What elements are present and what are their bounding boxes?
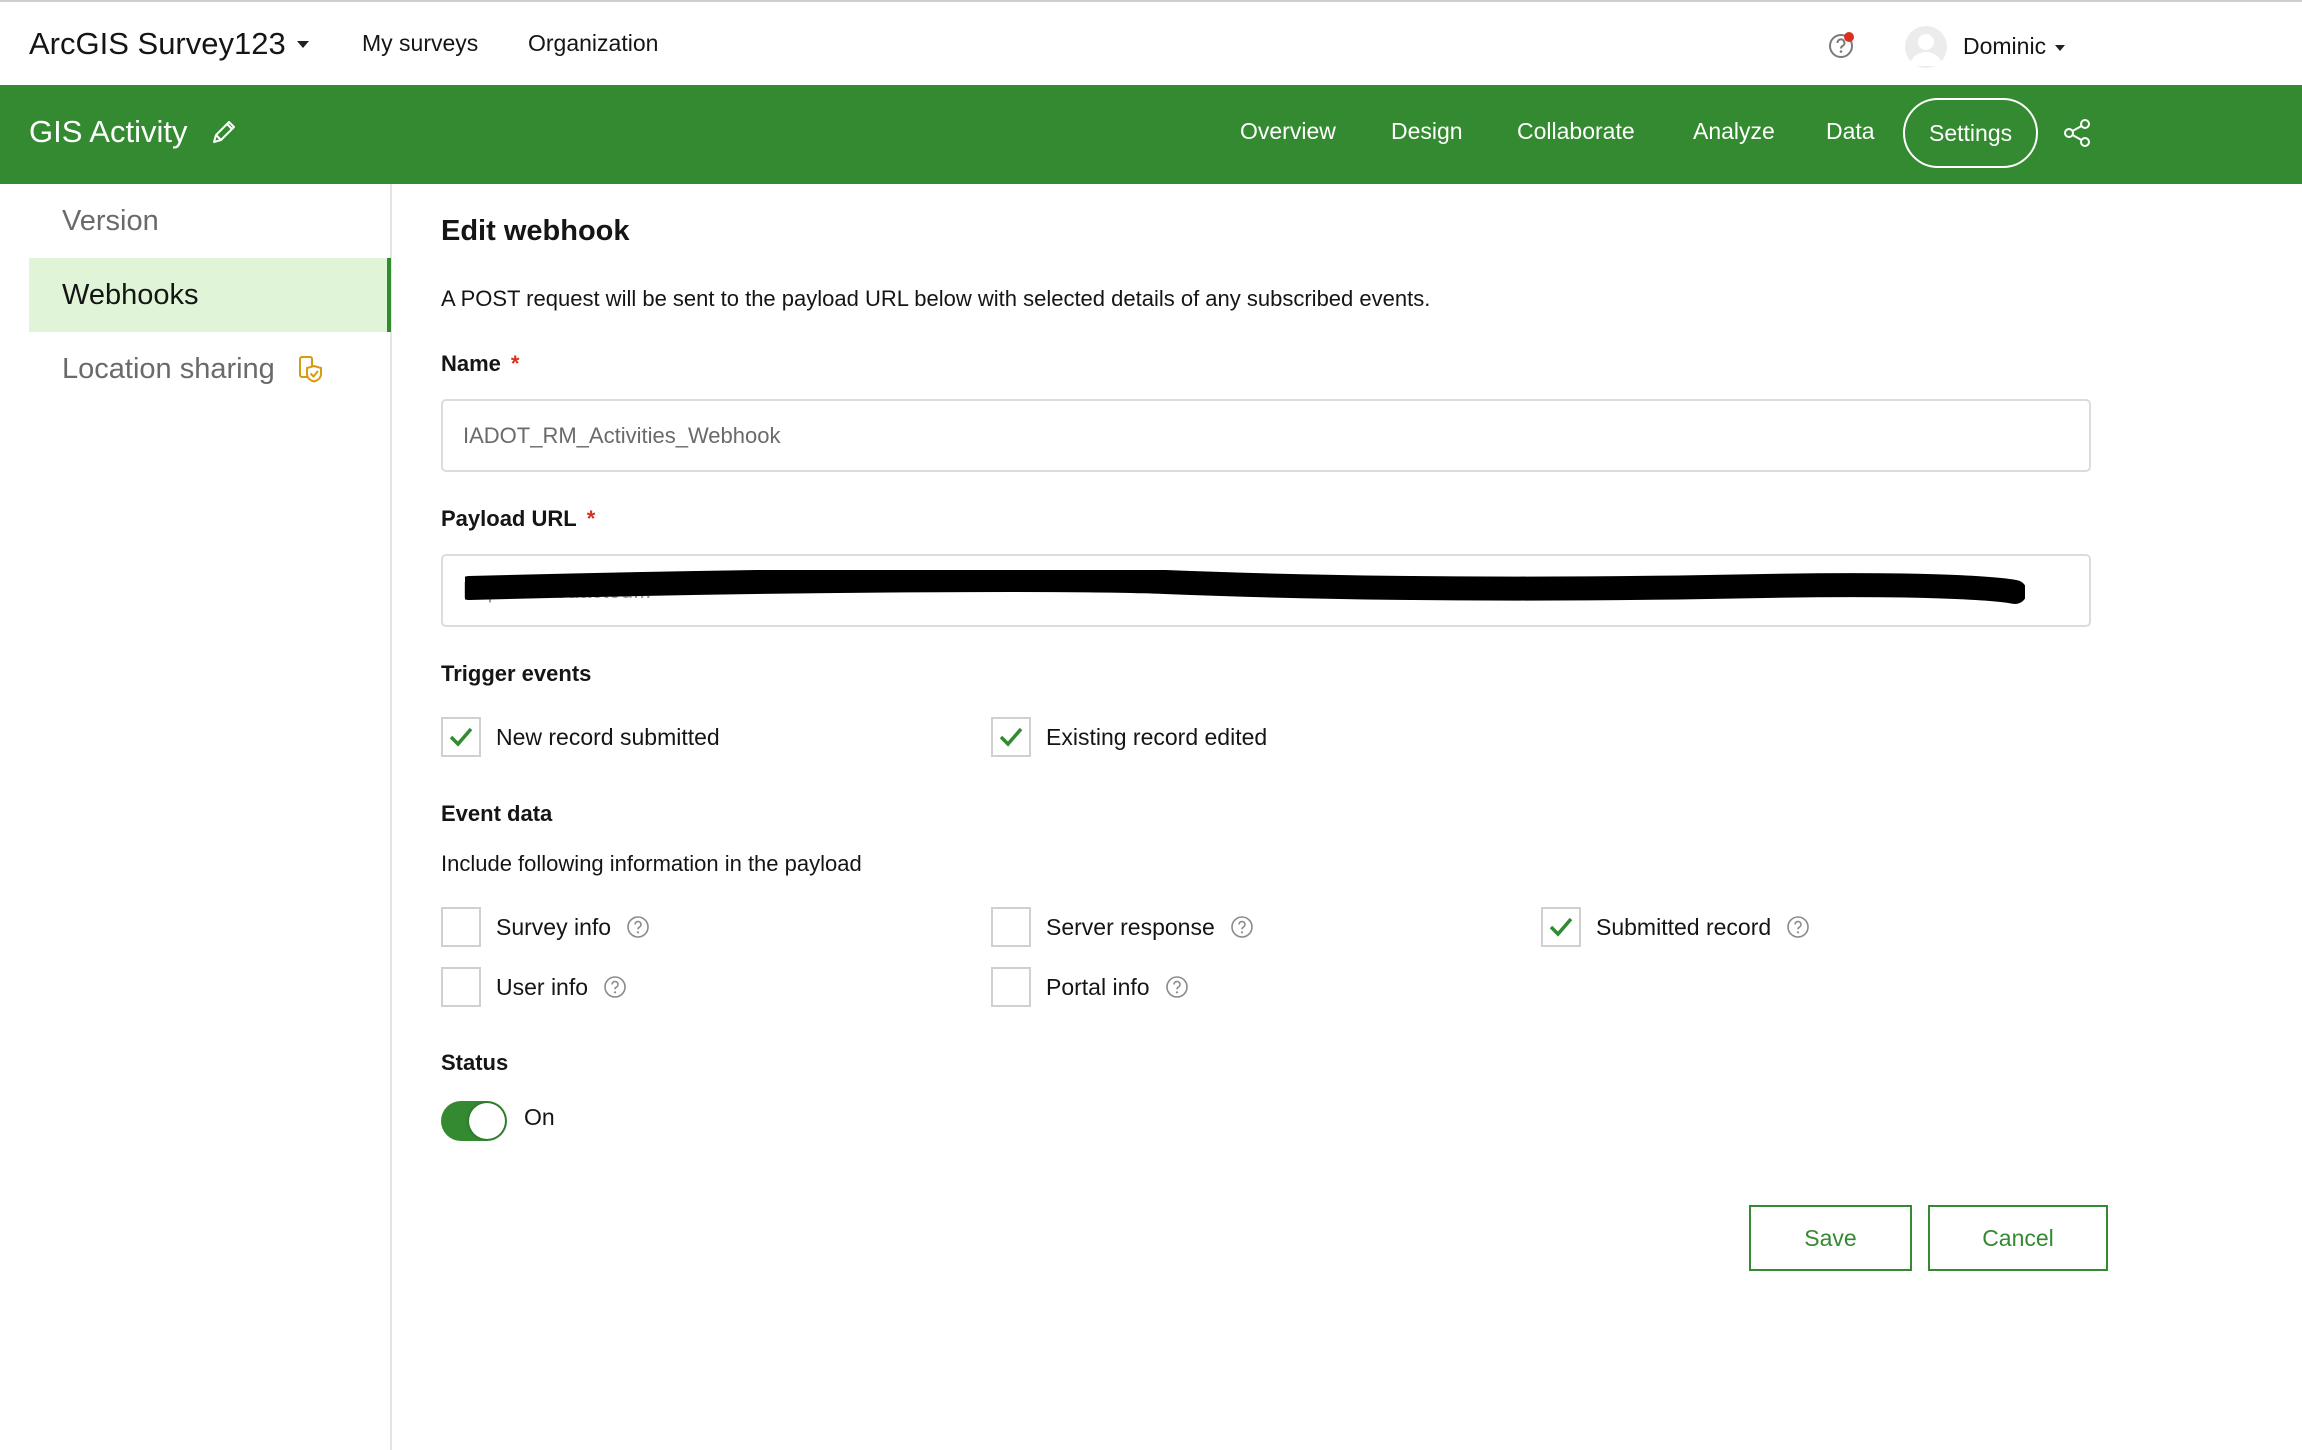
event-user-info[interactable]: User info (441, 967, 627, 1007)
sidebar-item-label: Webhooks (62, 279, 199, 311)
checkbox-label: Server response (1046, 913, 1215, 940)
form-description: A POST request will be sent to the paylo… (441, 286, 1431, 311)
question-circle-icon[interactable] (1786, 915, 1810, 939)
check-icon (1549, 917, 1573, 937)
required-marker: * (586, 506, 596, 531)
payload-url-label-text: Payload URL (441, 506, 577, 531)
event-data-description: Include following information in the pay… (441, 851, 862, 876)
event-data-label: Event data (441, 801, 553, 826)
settings-sidebar: Version Webhooks Location sharing (0, 184, 392, 1450)
shield-icon (299, 356, 322, 383)
tab-design[interactable]: Design (1391, 118, 1463, 145)
nav-my-surveys[interactable]: My surveys (362, 30, 478, 57)
share-icon[interactable] (2061, 117, 2093, 149)
checkbox-label: Survey info (496, 913, 612, 940)
sidebar-item-location-sharing[interactable]: Location sharing (29, 332, 391, 406)
status-value: On (524, 1104, 555, 1130)
sidebar-item-version[interactable]: Version (29, 184, 391, 258)
checkbox[interactable] (991, 907, 1031, 947)
checkbox-label: Submitted record (1596, 913, 1772, 940)
tab-settings[interactable]: Settings (1903, 98, 2039, 168)
app-title[interactable]: ArcGIS Survey123 (29, 26, 286, 62)
top-bar: ArcGIS Survey123 My surveys Organization… (0, 0, 2302, 85)
event-server-response[interactable]: Server response (991, 907, 1254, 947)
nav-organization[interactable]: Organization (528, 30, 658, 57)
event-submitted-record[interactable]: Submitted record (1541, 907, 1810, 947)
question-circle-icon[interactable] (603, 975, 627, 999)
required-marker: * (510, 351, 520, 376)
help-icon[interactable] (1827, 30, 1857, 60)
checkbox[interactable] (991, 717, 1031, 757)
question-circle-icon[interactable] (1230, 915, 1254, 939)
event-survey-info[interactable]: Survey info (441, 907, 650, 947)
checkbox[interactable] (441, 717, 481, 757)
user-icon (1910, 34, 1942, 66)
sidebar-item-webhooks[interactable]: Webhooks (29, 258, 391, 332)
checkbox-label: New record submitted (496, 723, 720, 750)
tab-data[interactable]: Data (1826, 118, 1875, 145)
tab-analyze[interactable]: Analyze (1693, 118, 1775, 145)
name-input[interactable]: IADOT_RM_Activities_Webhook (441, 399, 2091, 472)
status-toggle[interactable] (441, 1101, 507, 1141)
payload-url-label: Payload URL * (441, 506, 595, 532)
question-circle-icon[interactable] (626, 915, 650, 939)
sidebar-item-label: Version (62, 205, 159, 237)
tab-collaborate[interactable]: Collaborate (1517, 118, 1635, 145)
avatar[interactable] (1905, 26, 1947, 68)
chevron-down-icon[interactable] (297, 41, 309, 48)
question-circle-icon[interactable] (1165, 975, 1189, 999)
sidebar-item-label: Location sharing (62, 353, 275, 385)
trigger-events-label: Trigger events (441, 661, 592, 686)
page-title: Edit webhook (441, 215, 630, 247)
checkbox[interactable] (1541, 907, 1581, 947)
checkbox-label: User info (496, 973, 589, 1000)
checkbox-label: Existing record edited (1046, 723, 1268, 750)
name-label-text: Name (441, 351, 501, 376)
name-label: Name * (441, 351, 519, 377)
checkbox-label: Portal info (1046, 973, 1150, 1000)
save-button[interactable]: Save (1749, 1205, 1912, 1271)
payload-url-input[interactable]: https://...redacted... (441, 554, 2091, 627)
user-name[interactable]: Dominic (1963, 33, 2046, 60)
status-label: Status (441, 1050, 509, 1075)
checkbox[interactable] (441, 907, 481, 947)
cancel-button[interactable]: Cancel (1928, 1205, 2108, 1271)
checkbox[interactable] (991, 967, 1031, 1007)
check-icon (449, 727, 473, 747)
toggle-knob (469, 1103, 505, 1139)
checkbox[interactable] (441, 967, 481, 1007)
survey-header: GIS Activity Overview Design Collaborate… (0, 85, 2302, 184)
tab-overview[interactable]: Overview (1240, 118, 1336, 145)
survey-title: GIS Activity (29, 114, 188, 149)
redaction-mark (465, 570, 2025, 604)
pencil-icon[interactable] (210, 118, 238, 146)
event-portal-info[interactable]: Portal info (991, 967, 1189, 1007)
check-icon (999, 727, 1023, 747)
trigger-new-record[interactable]: New record submitted (441, 717, 720, 757)
trigger-existing-record[interactable]: Existing record edited (991, 717, 1267, 757)
caret-down-icon[interactable] (2055, 45, 2065, 51)
